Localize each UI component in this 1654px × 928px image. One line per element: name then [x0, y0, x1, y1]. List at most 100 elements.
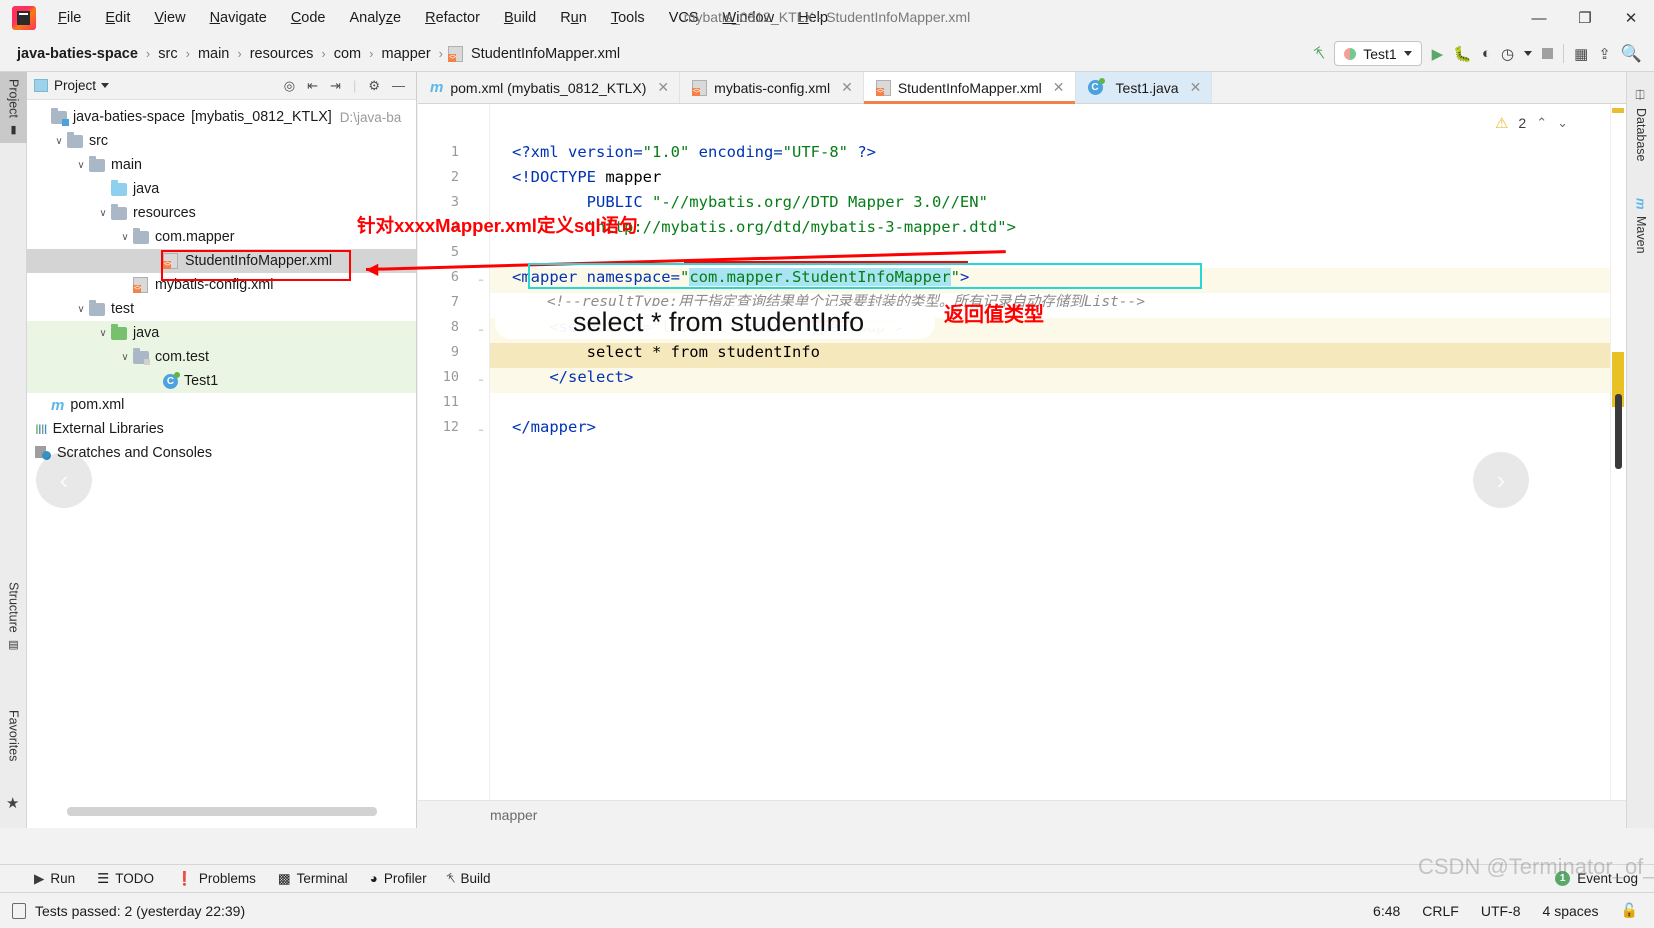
code-content[interactable]: <?xml version="1.0" encoding="UTF-8" ?> …	[490, 104, 1626, 828]
prev-problem-icon[interactable]: ⌃	[1536, 115, 1547, 131]
tree-item-resources[interactable]: ∨ resources	[27, 201, 416, 225]
chevron-down-icon[interactable]	[1524, 51, 1533, 56]
tree-item-main[interactable]: ∨ main	[27, 153, 416, 177]
breadcrumb-item-0[interactable]: java-baties-space	[14, 46, 141, 62]
editor-body[interactable]: 1 2 3 4 5 6 7 8 9 10 11 12 − − − − <?xml…	[418, 104, 1626, 828]
fold-marker-icon[interactable]: −	[476, 325, 486, 335]
tree-item-java-test[interactable]: ∨ java	[27, 321, 416, 345]
locate-icon[interactable]: ◎	[284, 78, 295, 94]
hammer-icon[interactable]: ⤒	[1312, 43, 1330, 64]
lock-icon[interactable]: 🔓	[1621, 902, 1638, 919]
tree-item-com-test[interactable]: ∨ com.test	[27, 345, 416, 369]
menu-window[interactable]: Window	[711, 6, 787, 30]
editor-tab-pom-xml[interactable]: m pom.xml (mybatis_0812_KTLX) ✕	[418, 72, 681, 103]
tree-item-project-root[interactable]: java-baties-space [mybatis_0812_KTLX] D:…	[27, 105, 416, 129]
menu-view[interactable]: View	[142, 6, 197, 30]
expand-all-icon[interactable]: ⇤	[307, 78, 318, 94]
stripe-warning-mark[interactable]	[1612, 108, 1624, 113]
menu-file[interactable]: File	[46, 6, 93, 30]
editor-tab-studentinfomapper-xml[interactable]: StudentInfoMapper.xml ✕	[863, 72, 1076, 104]
sidebar-tab-favorites[interactable]: Favorites	[0, 703, 27, 768]
menu-bar[interactable]: File Edit View Navigate Code Analyze Ref…	[46, 6, 840, 30]
bottom-tab-build[interactable]: ⤒ Build	[445, 870, 491, 887]
tree-item-pom-xml[interactable]: m pom.xml	[27, 393, 416, 417]
menu-run[interactable]: Run	[548, 6, 599, 30]
project-tree[interactable]: java-baties-space [mybatis_0812_KTLX] D:…	[27, 100, 416, 465]
scrollbar-thumb[interactable]	[1615, 394, 1622, 469]
tree-item-src[interactable]: ∨ src	[27, 129, 416, 153]
sidebar-tab-database[interactable]: ⎅ Database	[1627, 82, 1654, 170]
hide-panel-icon[interactable]: —	[392, 78, 405, 93]
search-icon[interactable]: 🔍	[1621, 44, 1642, 64]
tree-item-test[interactable]: ∨ test	[27, 297, 416, 321]
breadcrumb-item-5[interactable]: mapper	[378, 46, 433, 62]
tree-item-studentinfomapper-xml[interactable]: StudentInfoMapper.xml	[27, 249, 416, 273]
editor-tab-test1-java[interactable]: C Test1.java ✕	[1075, 72, 1213, 103]
fold-marker-icon[interactable]: −	[476, 375, 486, 385]
menu-navigate[interactable]: Navigate	[198, 6, 279, 30]
menu-vcs[interactable]: VCS	[657, 6, 711, 30]
breadcrumb-item-1[interactable]: src	[155, 46, 180, 62]
sidebar-tab-project[interactable]: Project ▮	[0, 72, 27, 143]
fold-marker-icon[interactable]: −	[476, 425, 486, 435]
inspection-widget[interactable]: ⚠ 2 ⌃ ⌄	[1495, 114, 1568, 132]
chevron-down-icon[interactable]	[101, 83, 110, 88]
menu-edit[interactable]: Edit	[93, 6, 142, 30]
tree-item-external-libraries[interactable]: IIII External Libraries	[27, 417, 416, 441]
debug-icon[interactable]: 🐛	[1453, 45, 1472, 63]
minimize-button[interactable]: —	[1516, 0, 1562, 36]
run-icon[interactable]: ▶	[1432, 45, 1444, 63]
bottom-tab-terminal[interactable]: ▩ Terminal	[278, 871, 348, 887]
close-button[interactable]: ✕	[1608, 0, 1654, 36]
tree-item-com-mapper[interactable]: ∨ com.mapper	[27, 225, 416, 249]
file-encoding[interactable]: UTF-8	[1481, 903, 1521, 919]
breadcrumb-item-2[interactable]: main	[195, 46, 232, 62]
tree-item-test1-class[interactable]: C Test1	[27, 369, 416, 393]
menu-help[interactable]: Help	[786, 6, 840, 30]
breadcrumb-item-3[interactable]: resources	[247, 46, 317, 62]
event-log-button[interactable]: 1 Event Log	[1555, 871, 1654, 886]
tree-chevron-icon[interactable]: ∨	[95, 208, 111, 219]
next-problem-icon[interactable]: ⌄	[1557, 115, 1568, 131]
layout-icon[interactable]: ▦	[1574, 45, 1588, 63]
stop-icon[interactable]	[1542, 48, 1554, 59]
tree-chevron-icon[interactable]: ∨	[73, 304, 89, 315]
fold-marker-icon[interactable]: −	[476, 275, 486, 285]
tree-item-mybatis-config-xml[interactable]: mybatis-config.xml	[27, 273, 416, 297]
sidebar-tab-structure[interactable]: Structure ▤	[0, 575, 27, 658]
collapse-all-icon[interactable]: ⇥	[330, 78, 341, 94]
close-tab-icon[interactable]: ✕	[1190, 79, 1202, 96]
menu-analyze[interactable]: Analyze	[338, 6, 414, 30]
indent-setting[interactable]: 4 spaces	[1543, 903, 1599, 919]
editor-gutter[interactable]: 1 2 3 4 5 6 7 8 9 10 11 12 − − − −	[418, 104, 490, 828]
profile-icon[interactable]: ◷	[1501, 45, 1514, 63]
close-tab-icon[interactable]: ✕	[657, 79, 669, 96]
tree-chevron-icon[interactable]: ∨	[117, 232, 133, 243]
close-tab-icon[interactable]: ✕	[1053, 79, 1065, 96]
prev-file-nav-button[interactable]: ‹	[36, 452, 92, 508]
run-configuration-selector[interactable]: Test1	[1334, 41, 1422, 66]
menu-refactor[interactable]: Refactor	[413, 6, 492, 30]
bottom-tab-problems[interactable]: ❗ Problems	[176, 871, 256, 887]
bottom-tab-profiler[interactable]: ◕ Profiler	[370, 871, 427, 886]
tree-item-java-main[interactable]: java	[27, 177, 416, 201]
next-file-nav-button[interactable]: ›	[1473, 452, 1529, 508]
tree-chevron-icon[interactable]: ∨	[73, 160, 89, 171]
project-panel-hscrollbar[interactable]	[67, 807, 377, 816]
breadcrumb[interactable]: java-baties-space › src › main › resourc…	[14, 45, 623, 62]
updates-icon[interactable]: ⇪	[1598, 45, 1611, 63]
sidebar-tab-maven[interactable]: m Maven	[1627, 190, 1654, 261]
settings-gear-icon[interactable]: ⚙	[368, 78, 380, 94]
maximize-button[interactable]: ❐	[1562, 0, 1608, 36]
caret-position[interactable]: 6:48	[1373, 903, 1400, 919]
tree-chevron-icon[interactable]: ∨	[117, 352, 133, 363]
menu-build[interactable]: Build	[492, 6, 548, 30]
breadcrumb-item-6[interactable]: StudentInfoMapper.xml	[468, 46, 623, 62]
bottom-tab-run[interactable]: ▶ Run	[34, 871, 75, 887]
editor-tab-mybatis-config-xml[interactable]: mybatis-config.xml ✕	[680, 72, 864, 103]
line-separator[interactable]: CRLF	[1422, 903, 1459, 919]
breadcrumb-item-4[interactable]: com	[331, 46, 364, 62]
tree-chevron-icon[interactable]: ∨	[51, 136, 67, 147]
menu-tools[interactable]: Tools	[599, 6, 657, 30]
menu-code[interactable]: Code	[279, 6, 338, 30]
